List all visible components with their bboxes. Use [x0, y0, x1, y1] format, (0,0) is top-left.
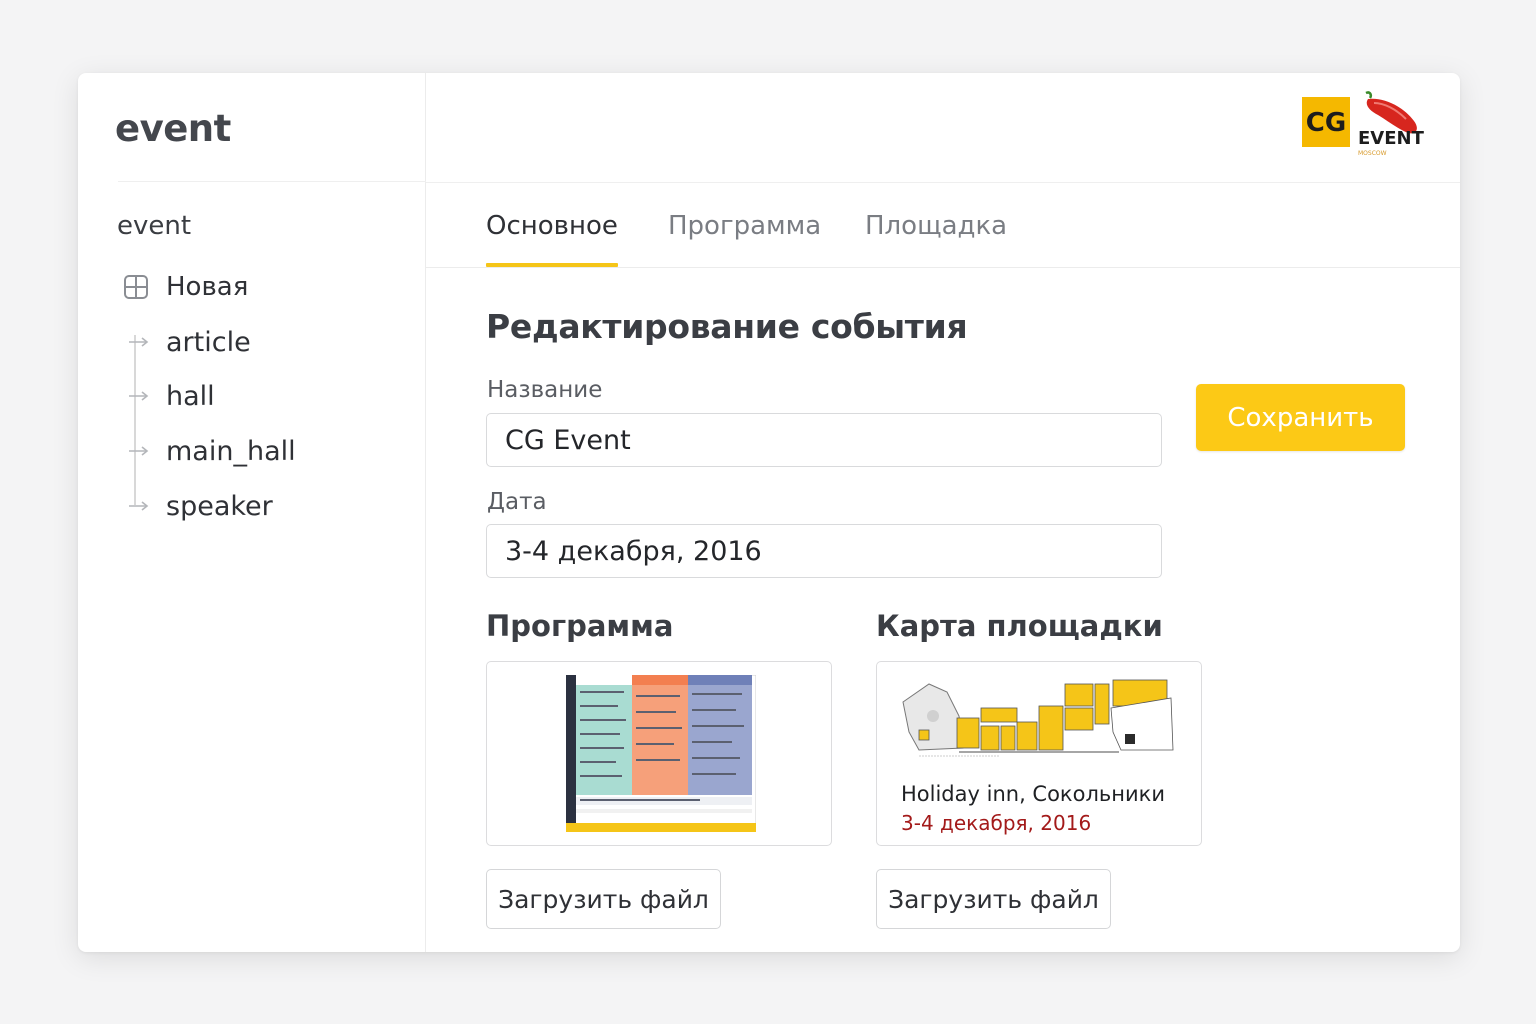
program-thumbnail — [566, 675, 756, 832]
app-title: event — [115, 107, 231, 150]
venue-floor-plan — [902, 679, 1174, 757]
sidebar-divider — [118, 181, 426, 182]
date-label: Дата — [487, 489, 547, 515]
sidebar: event event Новая article hall main_hall… — [78, 73, 426, 952]
sidebar-new-button[interactable]: Новая — [122, 269, 248, 305]
sidebar-item-main-hall[interactable]: main_hall — [128, 434, 296, 468]
tree-connector-line — [134, 335, 136, 505]
name-input[interactable] — [486, 413, 1162, 467]
sidebar-item-label: hall — [166, 380, 215, 412]
cg-event-logo: CG EVENT MOSCOW — [1302, 91, 1425, 157]
program-upload-button[interactable]: Загрузить файл — [486, 869, 721, 929]
logo-city: MOSCOW — [1358, 150, 1387, 157]
top-bar: CG EVENT MOSCOW — [426, 73, 1460, 183]
venue-card[interactable]: Holiday inn, Сокольники 3-4 декабря, 201… — [876, 661, 1202, 846]
date-input[interactable] — [486, 524, 1162, 578]
program-title: Программа — [486, 609, 674, 643]
tree-arrow-icon — [129, 391, 149, 401]
tree-arrow-icon — [129, 337, 149, 347]
venue-upload-button[interactable]: Загрузить файл — [876, 869, 1111, 929]
sidebar-item-label: main_hall — [166, 435, 296, 467]
sidebar-section-label: event — [117, 211, 192, 241]
sidebar-item-speaker[interactable]: speaker — [128, 489, 273, 523]
tree-arrow-icon — [129, 446, 149, 456]
sidebar-item-label: speaker — [166, 490, 273, 522]
tab-venue[interactable]: Площадка — [865, 211, 1007, 267]
sidebar-new-label: Новая — [166, 272, 249, 302]
save-button[interactable]: Сохранить — [1196, 384, 1405, 451]
sidebar-item-label: article — [166, 326, 251, 358]
tree-arrow-icon — [129, 501, 149, 511]
app-window: event event Новая article hall main_hall… — [78, 73, 1460, 952]
name-label: Название — [487, 377, 603, 403]
add-grid-icon — [124, 275, 148, 299]
sidebar-item-article[interactable]: article — [128, 325, 251, 359]
program-preview[interactable] — [486, 661, 832, 846]
venue-name: Holiday inn, Сокольники — [901, 782, 1165, 806]
logo-initials: CG — [1306, 108, 1346, 138]
tab-basic[interactable]: Основное — [486, 211, 618, 267]
tab-bar: Основное Программа Площадка — [426, 183, 1460, 268]
page-title: Редактирование события — [486, 307, 968, 346]
venue-date: 3-4 декабря, 2016 — [901, 811, 1092, 835]
sidebar-item-hall[interactable]: hall — [128, 379, 215, 413]
venue-map-title: Карта площадки — [876, 609, 1163, 643]
logo-word: EVENT — [1358, 128, 1425, 149]
tab-program[interactable]: Программа — [668, 211, 821, 267]
